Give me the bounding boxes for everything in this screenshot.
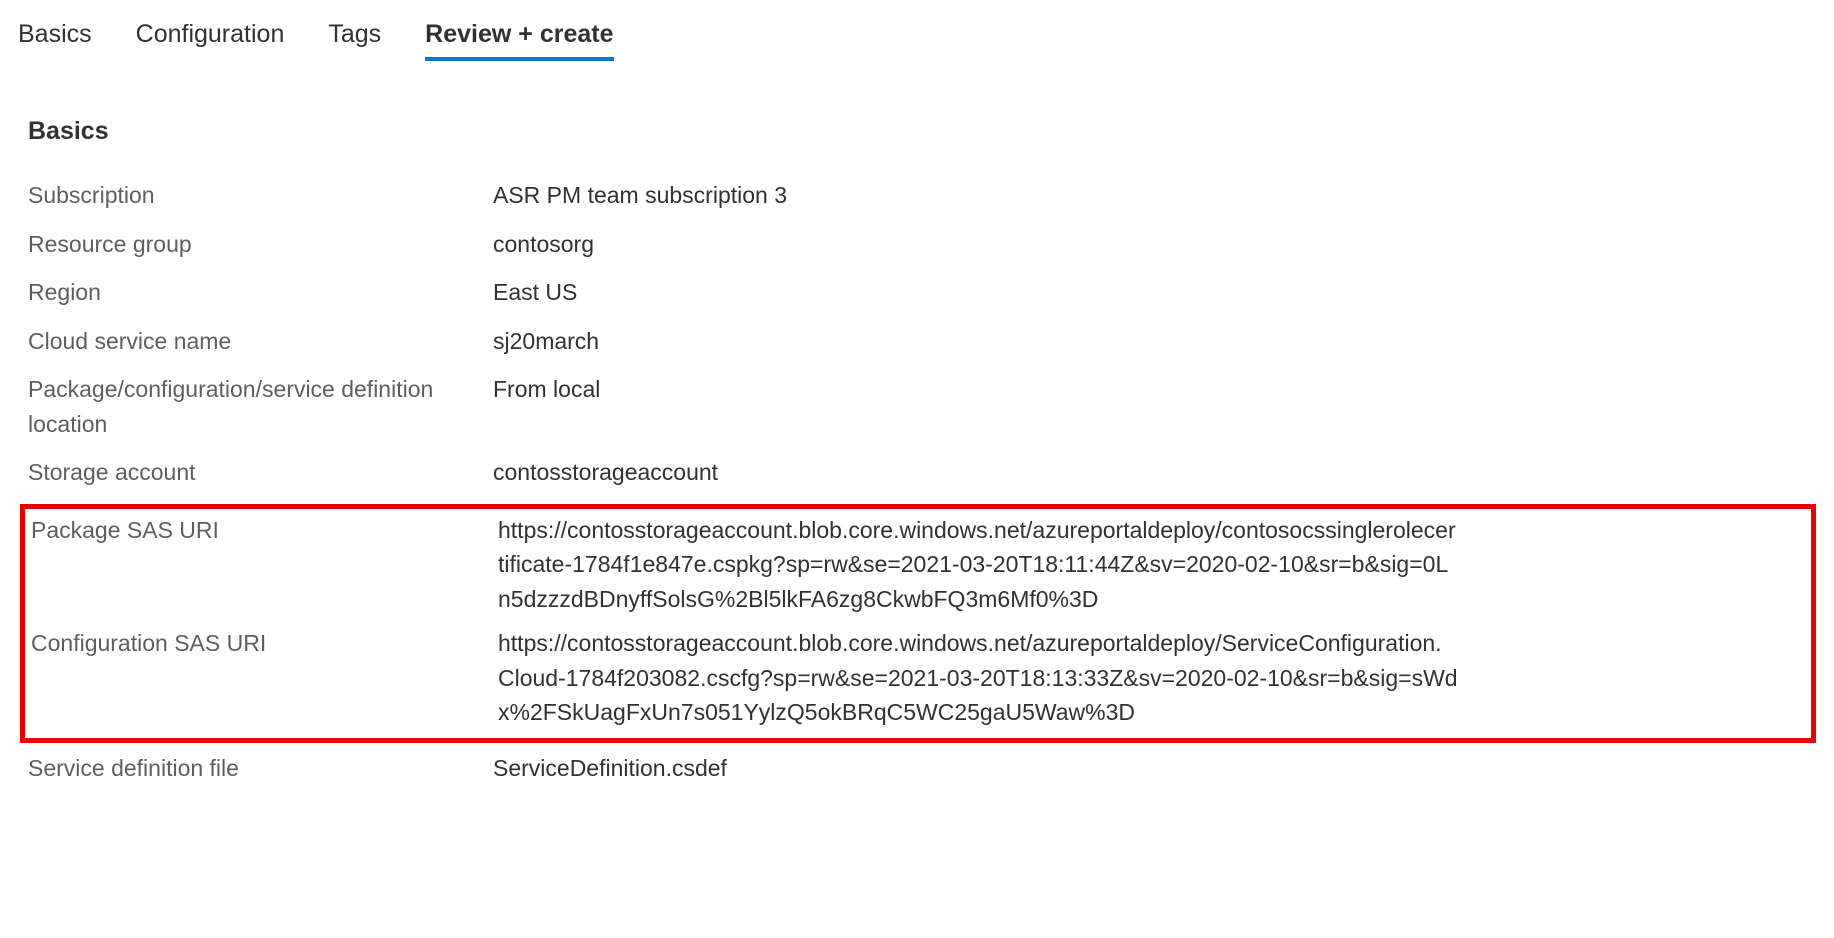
value-package-sas-uri: https://contosstorageaccount.blob.core.w…	[498, 513, 1458, 617]
highlight-sas-uris: Package SAS URI https://contosstorageacc…	[20, 504, 1816, 743]
row-config-sas-uri: Configuration SAS URI https://contosstor…	[28, 626, 1808, 730]
row-subscription: Subscription ASR PM team subscription 3	[28, 178, 1816, 213]
label-config-sas-uri: Configuration SAS URI	[28, 626, 498, 661]
tab-basics[interactable]: Basics	[18, 20, 92, 61]
tab-configuration[interactable]: Configuration	[136, 20, 285, 61]
row-cloud-service-name: Cloud service name sj20march	[28, 324, 1816, 359]
section-title-basics: Basics	[28, 117, 1816, 146]
value-resource-group: contosorg	[493, 227, 1453, 262]
row-service-definition-file: Service definition file ServiceDefinitio…	[28, 751, 1816, 786]
label-package-location: Package/configuration/service definition…	[28, 372, 493, 441]
label-service-definition-file: Service definition file	[28, 751, 493, 786]
tab-bar: Basics Configuration Tags Review + creat…	[18, 20, 1816, 61]
value-config-sas-uri: https://contosstorageaccount.blob.core.w…	[498, 626, 1458, 730]
row-package-sas-uri: Package SAS URI https://contosstorageacc…	[28, 513, 1808, 617]
label-subscription: Subscription	[28, 178, 493, 213]
row-resource-group: Resource group contosorg	[28, 227, 1816, 262]
label-storage-account: Storage account	[28, 455, 493, 490]
value-service-definition-file: ServiceDefinition.csdef	[493, 751, 1453, 786]
value-region: East US	[493, 275, 1453, 310]
review-content: Basics Subscription ASR PM team subscrip…	[18, 117, 1816, 785]
row-region: Region East US	[28, 275, 1816, 310]
value-storage-account: contosstorageaccount	[493, 455, 1453, 490]
value-package-location: From local	[493, 372, 1453, 407]
label-region: Region	[28, 275, 493, 310]
label-package-sas-uri: Package SAS URI	[28, 513, 498, 548]
value-subscription: ASR PM team subscription 3	[493, 178, 1453, 213]
tab-review-create[interactable]: Review + create	[425, 20, 613, 61]
row-storage-account: Storage account contosstorageaccount	[28, 455, 1816, 490]
row-package-location: Package/configuration/service definition…	[28, 372, 1816, 441]
label-resource-group: Resource group	[28, 227, 493, 262]
tab-tags[interactable]: Tags	[328, 20, 381, 61]
value-cloud-service-name: sj20march	[493, 324, 1453, 359]
label-cloud-service-name: Cloud service name	[28, 324, 493, 359]
